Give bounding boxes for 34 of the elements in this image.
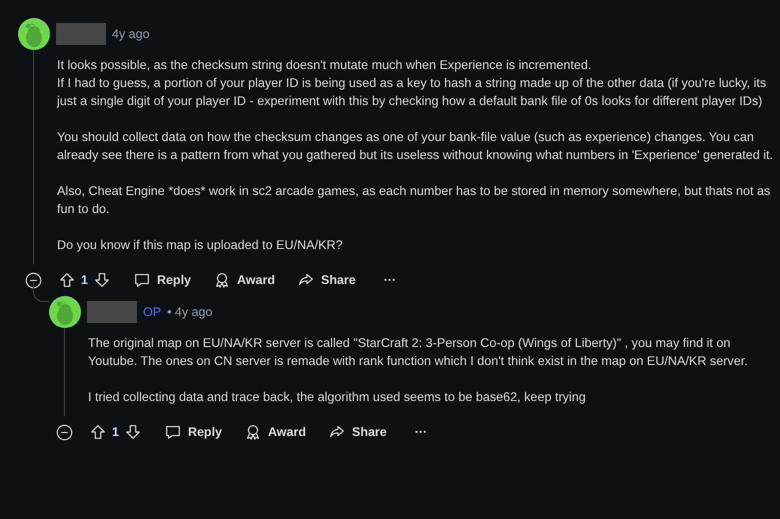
share-button[interactable]: Share bbox=[296, 271, 356, 289]
vote-count: 1 bbox=[81, 272, 88, 289]
timestamp: 4y ago bbox=[112, 26, 150, 43]
redacted-username bbox=[87, 301, 137, 323]
comment-text: Do you know if this map is uploaded to EU/NA/KR? bbox=[57, 237, 344, 254]
comment-text: The original map on EU/NA/KR server is called "StarCraft 2: 3-Person Co-op (Wings of Liberty)" , you may find it on Youtube. The ones on CN server is remade with rank function which I don't think exist in the map on EU/NA/KR server. bbox=[88, 335, 749, 370]
upvote-icon[interactable] bbox=[89, 423, 107, 441]
thread-connector bbox=[33, 282, 49, 302]
more-options-button[interactable]: ··· bbox=[384, 271, 396, 289]
avatar-icon bbox=[18, 18, 50, 50]
award-icon bbox=[213, 271, 231, 289]
award-button[interactable]: Award bbox=[244, 423, 306, 441]
collapse-button[interactable] bbox=[56, 424, 73, 440]
reply-icon bbox=[164, 423, 182, 441]
op-label: OP bbox=[143, 304, 162, 321]
vote-count: 1 bbox=[112, 424, 119, 441]
comment-text: I tried collecting data and trace back, the algorithm used seems to be base62, keep trying bbox=[88, 389, 587, 406]
comment-text: Also, Cheat Engine *does* work in sc2 arcade games, as each number has to be stored in memory somewhere, but thats not as fun to do. bbox=[57, 183, 772, 218]
share-button[interactable]: Share bbox=[328, 423, 387, 441]
reply-icon bbox=[132, 271, 151, 289]
reply-button[interactable]: Reply bbox=[164, 423, 222, 441]
more-options-button[interactable]: ··· bbox=[414, 423, 428, 441]
award-button[interactable]: Award bbox=[213, 271, 275, 289]
downvote-icon[interactable] bbox=[124, 423, 142, 441]
downvote-icon[interactable] bbox=[92, 271, 111, 289]
reply-button[interactable]: Reply bbox=[132, 271, 191, 289]
comment-text: You should collect data on how the checksum changes as one of your bank-file value (such as experience) changes. You can already see there is a pattern from what you gathered but its useless without knowing what numbers in 'Experience' generated it. bbox=[57, 129, 774, 164]
upvote-icon[interactable] bbox=[58, 271, 76, 289]
redacted-username bbox=[56, 23, 106, 45]
avatar-icon bbox=[49, 296, 81, 328]
comment-text: It looks possible, as the checksum string doesn't mutate much when Experience is incremented. If I had to guess, a portion of your player ID is being used as a key to hash a string made up of the other data (if you're lucky, its just a single digit of your player ID - experiment with this by checking how a default bank file of 0s looks for different player IDs) bbox=[57, 57, 768, 110]
timestamp: • 4y ago bbox=[167, 304, 212, 321]
collapse-button[interactable] bbox=[25, 272, 42, 288]
award-icon bbox=[244, 423, 262, 441]
